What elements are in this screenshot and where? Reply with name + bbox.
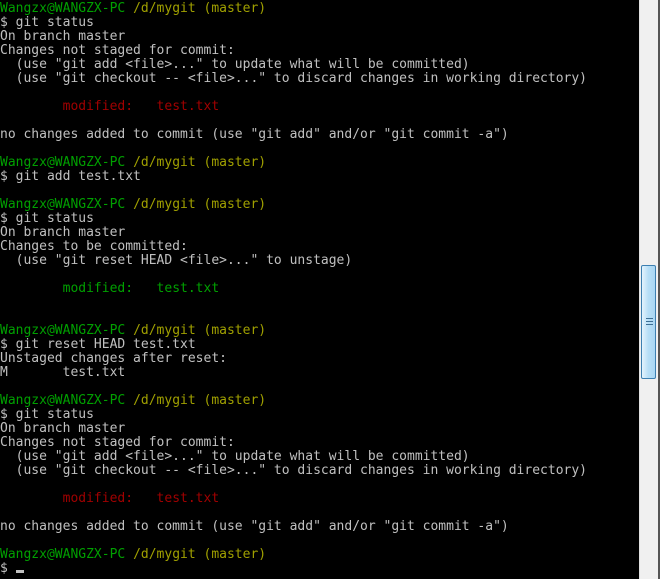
terminal-text: Unstaged changes after reset:	[0, 351, 227, 366]
terminal-text: On branch master	[0, 421, 126, 436]
terminal-output[interactable]: Wangzx@WANGZX-PC /d/mygit (master) $ git …	[0, 2, 639, 579]
terminal-line: modified: test.txt	[0, 100, 639, 114]
prompt-user-host: Wangzx@WANGZX-PC	[0, 393, 134, 408]
terminal-line: On branch master	[0, 422, 639, 436]
terminal-text: $ git reset HEAD test.txt	[0, 337, 196, 352]
prompt-path-branch: /d/mygit (master)	[133, 323, 267, 338]
terminal-text: (use "git checkout -- <file>..." to disc…	[0, 71, 587, 86]
terminal-line: $ git add test.txt	[0, 170, 639, 184]
terminal-line: On branch master	[0, 226, 639, 240]
terminal-text: (use "git add <file>..." to update what …	[0, 57, 470, 72]
grip-icon	[646, 324, 653, 325]
terminal-line: modified: test.txt	[0, 282, 639, 296]
terminal-text: no changes added to commit (use "git add…	[0, 519, 509, 534]
grip-icon	[646, 321, 653, 322]
terminal-text: Changes not staged for commit:	[0, 435, 235, 450]
terminal-line: (use "git add <file>..." to update what …	[0, 450, 639, 464]
terminal-line: Changes not staged for commit:	[0, 436, 639, 450]
terminal-line: (use "git add <file>..." to update what …	[0, 58, 639, 72]
terminal-line: Changes not staged for commit:	[0, 44, 639, 58]
prompt-user-host: Wangzx@WANGZX-PC	[0, 197, 134, 212]
terminal-text: Changes not staged for commit:	[0, 43, 235, 58]
terminal-text: Changes to be committed:	[0, 239, 188, 254]
terminal-line: Wangzx@WANGZX-PC /d/mygit (master)	[0, 156, 639, 170]
terminal-line: M test.txt	[0, 366, 639, 380]
terminal-line: Unstaged changes after reset:	[0, 352, 639, 366]
file-status: modified: test.txt	[62, 491, 220, 506]
prompt-user-host: Wangzx@WANGZX-PC	[0, 547, 134, 562]
prompt-user-host: Wangzx@WANGZX-PC	[0, 155, 134, 170]
terminal-text: $ git status	[0, 407, 94, 422]
vertical-scrollbar[interactable]	[639, 0, 658, 579]
prompt-path-branch: /d/mygit (master)	[133, 2, 267, 16]
terminal-line: (use "git reset HEAD <file>..." to unsta…	[0, 254, 639, 268]
terminal-text: (use "git add <file>..." to update what …	[0, 449, 470, 464]
terminal-text: no changes added to commit (use "git add…	[0, 127, 509, 142]
terminal-line: Wangzx@WANGZX-PC /d/mygit (master)	[0, 324, 639, 338]
prompt-path-branch: /d/mygit (master)	[133, 393, 267, 408]
terminal-line: no changes added to commit (use "git add…	[0, 520, 639, 534]
terminal-text: On branch master	[0, 225, 126, 240]
prompt-user-host: Wangzx@WANGZX-PC	[0, 323, 134, 338]
terminal-line: (use "git checkout -- <file>..." to disc…	[0, 464, 639, 478]
prompt-path-branch: /d/mygit (master)	[133, 547, 267, 562]
terminal-line: $ git reset HEAD test.txt	[0, 338, 639, 352]
terminal-line: Wangzx@WANGZX-PC /d/mygit (master)	[0, 198, 639, 212]
terminal-text: $ git status	[0, 15, 94, 30]
terminal-line: On branch master	[0, 30, 639, 44]
terminal-text: $	[0, 561, 16, 576]
terminal-text: On branch master	[0, 29, 126, 44]
terminal-line: Wangzx@WANGZX-PC /d/mygit (master)	[0, 2, 639, 16]
terminal-text: $ git add test.txt	[0, 169, 141, 184]
terminal-line: (use "git checkout -- <file>..." to disc…	[0, 72, 639, 86]
terminal-line: $ git status	[0, 408, 639, 422]
cursor	[15, 570, 24, 573]
scrollbar-thumb[interactable]	[641, 265, 656, 379]
terminal-text: M test.txt	[0, 365, 126, 380]
terminal-text: $ git status	[0, 211, 94, 226]
terminal-text: (use "git reset HEAD <file>..." to unsta…	[0, 253, 353, 268]
prompt-path-branch: /d/mygit (master)	[133, 155, 267, 170]
terminal-line: Wangzx@WANGZX-PC /d/mygit (master)	[0, 394, 639, 408]
prompt-user-host: Wangzx@WANGZX-PC	[0, 2, 134, 16]
terminal-line: Wangzx@WANGZX-PC /d/mygit (master)	[0, 548, 639, 562]
file-status: modified: test.txt	[62, 281, 220, 296]
terminal-line: no changes added to commit (use "git add…	[0, 128, 639, 142]
prompt-path-branch: /d/mygit (master)	[133, 197, 267, 212]
terminal-line: $ git status	[0, 16, 639, 30]
grip-icon	[646, 318, 653, 319]
file-status: modified: test.txt	[62, 99, 220, 114]
terminal-line: Changes to be committed:	[0, 240, 639, 254]
terminal-line: modified: test.txt	[0, 492, 639, 506]
terminal-line: $ git status	[0, 212, 639, 226]
terminal-line: $	[0, 562, 639, 576]
terminal-text: (use "git checkout -- <file>..." to disc…	[0, 463, 587, 478]
